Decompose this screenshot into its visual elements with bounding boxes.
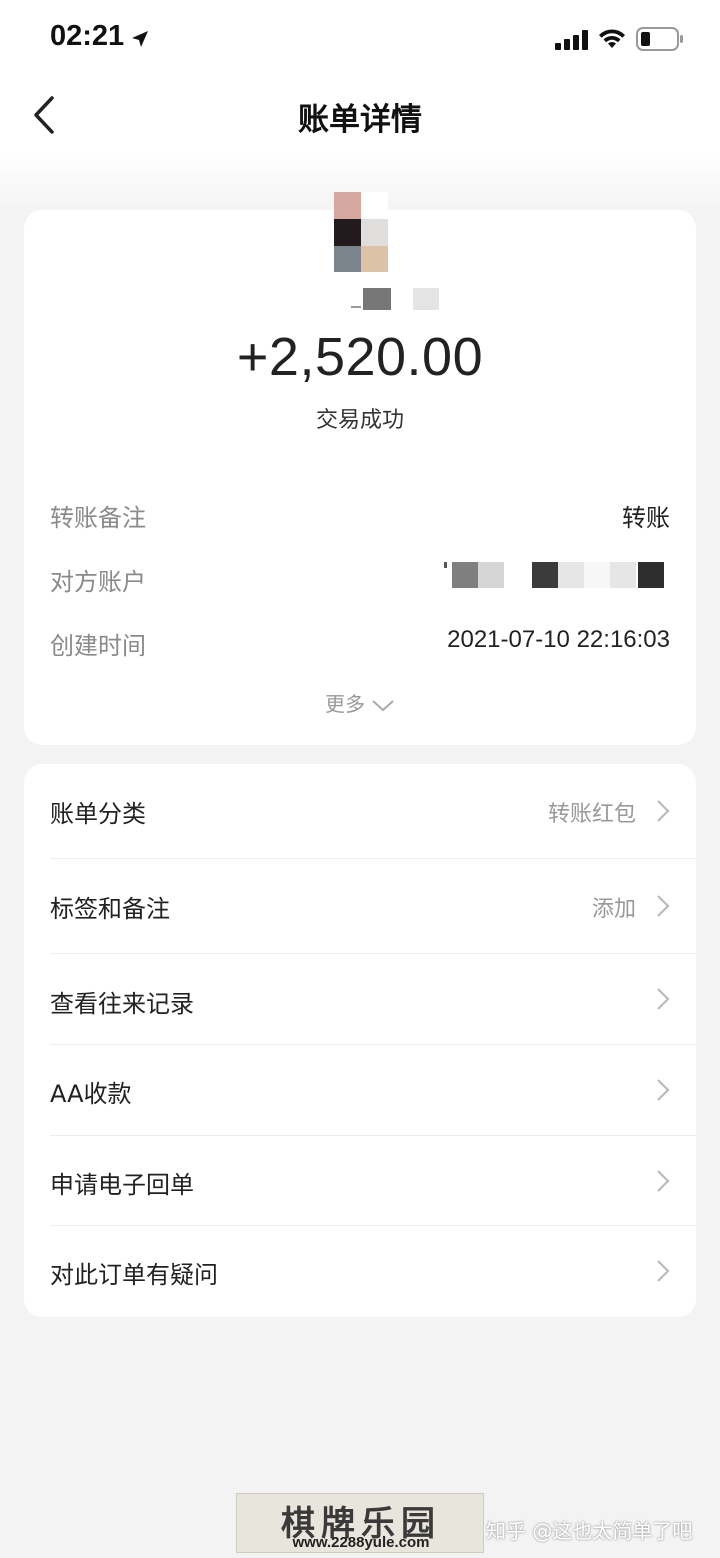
bill-detail-screen: 02:21 账单详情 +2,520.00 交易成功 转账备注 转账 对方账户 创…: [0, 0, 720, 1558]
counterparty-name-masked: [329, 288, 449, 312]
info-value: 转账: [622, 504, 670, 532]
watermark-site-url: www.2288yule.com: [292, 1534, 430, 1551]
menu-item-order-question[interactable]: 对此订单有疑问: [24, 1226, 696, 1317]
info-row-created-time: 创建时间 2021-07-10 22:16:03: [50, 626, 670, 666]
transaction-summary-card: +2,520.00 交易成功 转账备注 转账 对方账户 创建时间 2021-07…: [24, 192, 696, 745]
chevron-right-icon: [657, 800, 670, 822]
menu-item-label: 账单分类: [50, 800, 146, 828]
menu-item-e-receipt[interactable]: 申请电子回单: [24, 1136, 696, 1226]
info-label: 创建时间: [50, 632, 146, 660]
cellular-signal-icon: [555, 30, 588, 50]
location-arrow-icon: [132, 31, 148, 47]
menu-item-label: 查看往来记录: [50, 990, 194, 1018]
transaction-status: 交易成功: [315, 408, 404, 433]
chevron-right-icon: [657, 1079, 670, 1101]
menu-item-label: 对此订单有疑问: [50, 1261, 218, 1289]
status-bar: 02:21: [0, 0, 720, 80]
chevron-right-icon: [657, 988, 670, 1010]
menu-item-value: 转账红包: [547, 802, 636, 827]
info-label: 对方账户: [50, 568, 146, 596]
actions-menu-card: 账单分类 转账红包 标签和备注 添加 查看往来记录 AA收款 申请电子回单 对此…: [24, 764, 696, 1317]
info-row-account: 对方账户: [50, 562, 670, 602]
battery-icon: [636, 27, 683, 51]
counterparty-account-masked: [444, 558, 684, 592]
info-row-remark: 转账备注 转账: [50, 498, 670, 538]
chevron-right-icon: [657, 1170, 670, 1192]
status-time: 02:21: [50, 20, 125, 52]
page-title: 账单详情: [298, 102, 422, 138]
info-value: 2021-07-10 22:16:03: [447, 626, 670, 653]
amount: +2,520.00: [236, 327, 484, 387]
menu-item-label: AA收款: [50, 1080, 132, 1108]
more-label: 更多: [325, 692, 365, 716]
info-label: 转账备注: [50, 504, 146, 532]
menu-item-label: 申请电子回单: [50, 1171, 194, 1199]
chevron-down-icon: [372, 699, 394, 711]
more-toggle[interactable]: 更多: [24, 688, 696, 717]
menu-item-aa-collection[interactable]: AA收款: [24, 1045, 696, 1136]
menu-item-tags-notes[interactable]: 标签和备注 添加: [24, 859, 696, 954]
menu-item-value: 添加: [591, 897, 636, 922]
site-watermark: 棋牌乐园 www.2288yule.com: [236, 1493, 484, 1553]
chevron-right-icon: [657, 895, 670, 917]
menu-item-bill-category[interactable]: 账单分类 转账红包: [24, 764, 696, 859]
zhihu-watermark: 知乎 @这也太简单了吧: [486, 1519, 693, 1543]
avatar[interactable]: [334, 192, 388, 272]
menu-item-transaction-history[interactable]: 查看往来记录: [24, 954, 696, 1045]
menu-item-label: 标签和备注: [50, 895, 170, 923]
wifi-icon: [599, 29, 625, 48]
chevron-right-icon: [657, 1260, 670, 1282]
